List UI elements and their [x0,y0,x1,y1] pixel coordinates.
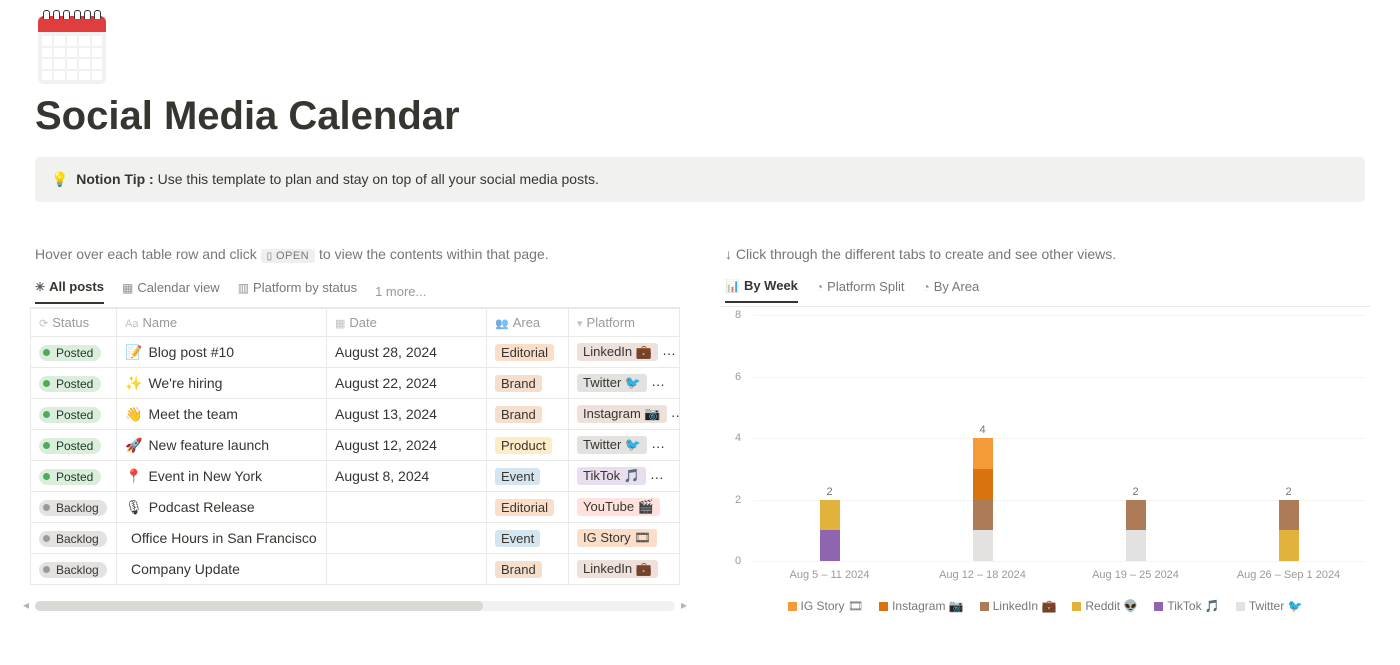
db-tabs-right: 📊By Week ◔Platform Split ◔By Area [720,274,1370,307]
chart-legend: IG Story 🎞 Instagram 📷 LinkedIn 💼 Reddit 👽 T… [720,599,1370,613]
helper-text-left: Hover over each table row and click OPEN… [35,246,680,263]
status-badge: Backlog [39,500,107,516]
legend-item: TikTok 🎵 [1154,599,1220,613]
table-row[interactable]: Posted📍Event in New YorkAugust 8, 2024Ev… [31,461,680,492]
tab-platform-by-status[interactable]: ▥Platform by status [238,280,357,303]
tab-all-posts[interactable]: ✳All posts [35,279,104,304]
bar-column: 2 [1059,315,1212,561]
db-tabs-left: ✳All posts ▦Calendar view ▥Platform by sta… [30,275,680,308]
col-name[interactable]: AaName [117,309,327,337]
tab-by-area[interactable]: ◔By Area [922,279,979,302]
status-badge: Posted [39,469,101,485]
table-row[interactable]: Posted👋Meet the teamAugust 13, 2024Brand… [31,399,680,430]
open-pill: OPEN [261,249,315,263]
tabs-more[interactable]: 1 more... [375,284,426,299]
page-title: Social Media Calendar [35,94,1370,139]
table-row[interactable]: Backlog🎙Podcast ReleaseEditorialYouTube … [31,492,680,523]
chart-by-week: 02468 2422 Aug 5 – 11 2024Aug 12 – 18 20… [725,315,1365,595]
lightbulb-icon: 💡 [51,171,68,187]
x-axis-label: Aug 26 – Sep 1 2024 [1212,569,1365,581]
legend-item: Reddit 👽 [1072,599,1138,613]
col-platform[interactable]: ▾Platform [569,309,680,337]
tab-calendar-view[interactable]: ▦Calendar view [122,280,220,303]
callout-tip: 💡 Notion Tip : Use this template to plan… [35,157,1365,202]
col-area[interactable]: 👥Area [487,309,569,337]
legend-item: IG Story 🎞 [788,599,864,613]
scroll-left-icon[interactable]: ◂ [23,598,29,612]
legend-item: Instagram 📷 [879,599,964,613]
status-badge: Backlog [39,531,107,547]
bar-column: 2 [753,315,906,561]
x-axis-label: Aug 12 – 18 2024 [906,569,1059,581]
status-badge: Posted [39,345,101,361]
page-icon [35,10,109,84]
status-badge: Posted [39,438,101,454]
scroll-right-icon[interactable]: ▸ [681,598,687,612]
horizontal-scrollbar[interactable]: ◂ ▸ [35,601,675,611]
posts-table: ⟳Status AaName ▦Date 👥Area ▾Platform Pos… [30,308,680,585]
table-row[interactable]: BacklogCompany UpdateBrandLinkedIn 💼 [31,554,680,585]
legend-item: LinkedIn 💼 [980,599,1057,613]
callout-prefix: Notion Tip : [76,171,154,187]
tab-platform-split[interactable]: ◔Platform Split [816,279,905,302]
col-status[interactable]: ⟳Status [31,309,117,337]
table-row[interactable]: Posted🚀New feature launchAugust 12, 2024… [31,430,680,461]
x-axis-label: Aug 19 – 25 2024 [1059,569,1212,581]
bar-column: 2 [1212,315,1365,561]
table-row[interactable]: Posted📝Blog post #10August 28, 2024Edito… [31,337,680,368]
tab-by-week[interactable]: 📊By Week [725,278,798,303]
legend-item: Twitter 🐦 [1236,599,1303,613]
status-badge: Backlog [39,562,107,578]
table-row[interactable]: Posted✨We're hiringAugust 22, 2024BrandT… [31,368,680,399]
x-axis-label: Aug 5 – 11 2024 [753,569,906,581]
callout-text: Use this template to plan and stay on to… [158,171,599,187]
table-row[interactable]: BacklogOffice Hours in San FranciscoEven… [31,523,680,554]
helper-text-right: ↓ Click through the different tabs to cr… [725,246,1370,262]
status-badge: Posted [39,407,101,423]
status-badge: Posted [39,376,101,392]
col-date[interactable]: ▦Date [327,309,487,337]
bar-column: 4 [906,315,1059,561]
